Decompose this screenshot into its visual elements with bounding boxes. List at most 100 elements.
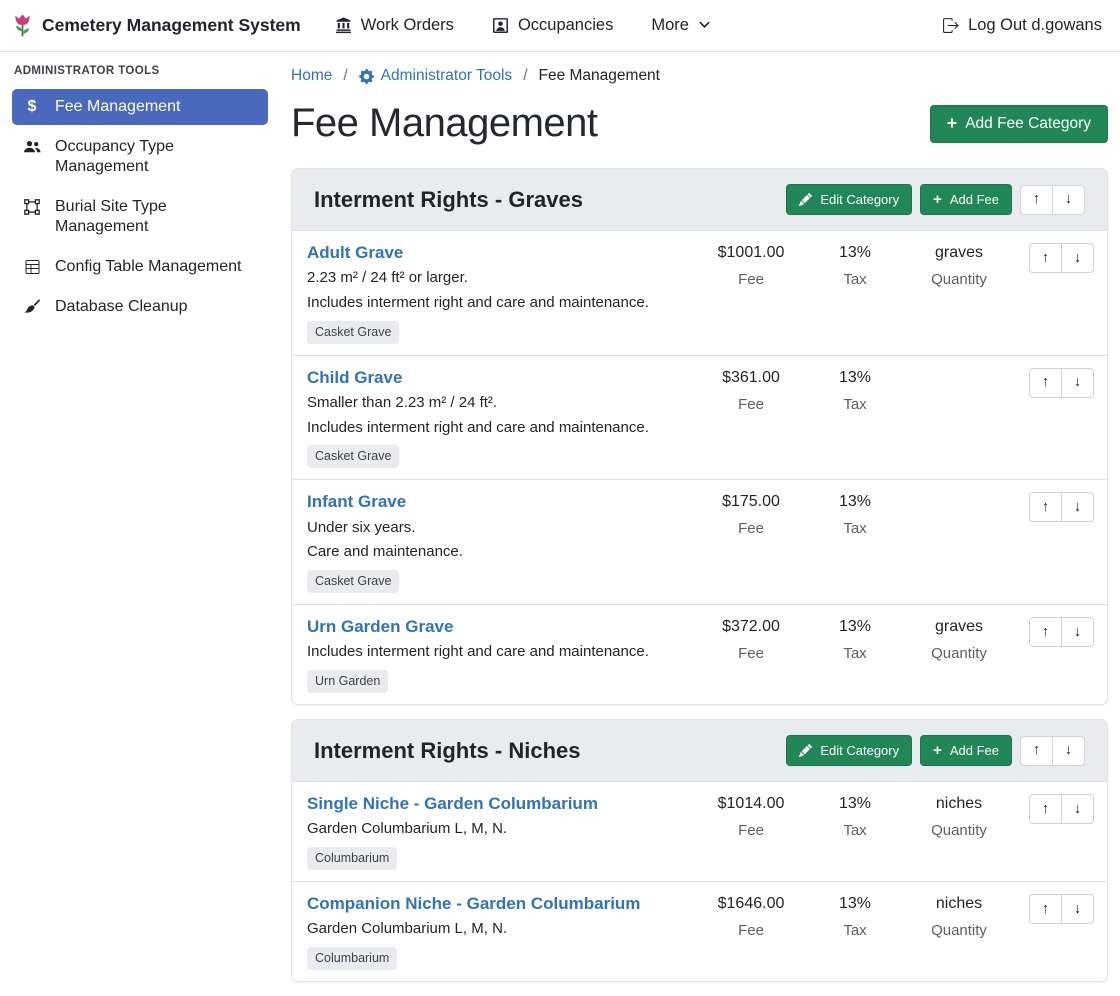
move-fee-up-button[interactable]: ↑ xyxy=(1029,617,1062,647)
fee-quantity: graves xyxy=(907,244,1011,262)
nav-item-occupancies[interactable]: Occupancies xyxy=(492,16,613,35)
move-category-down-button[interactable]: ↓ xyxy=(1052,185,1085,215)
move-fee-down-button[interactable]: ↓ xyxy=(1061,243,1094,273)
fee-amount: $175.00 xyxy=(699,493,803,511)
sidebar-item-label: Config Table Management xyxy=(55,257,242,277)
fee-tax-label: Tax xyxy=(803,396,907,413)
plus-icon: + xyxy=(933,744,942,757)
fee-main: Infant Grave Under six years.Care and ma… xyxy=(307,491,699,593)
nav-item-work-orders[interactable]: Work Orders xyxy=(335,16,454,35)
breadcrumb-separator: / xyxy=(343,67,347,85)
move-category-up-button[interactable]: ↑ xyxy=(1020,736,1053,766)
move-fee-up-button[interactable]: ↑ xyxy=(1029,794,1062,824)
sidebar-item-label: Occupancy Type Management xyxy=(55,137,258,177)
fee-amount-label: Fee xyxy=(699,922,803,939)
logout-link[interactable]: Log Out d.gowans xyxy=(942,16,1102,35)
fee-quantity-label: Quantity xyxy=(907,922,1011,939)
fee-description: Garden Columbarium L, M, N. xyxy=(307,920,699,939)
fee-main: Child Grave Smaller than 2.23 m² / 24 ft… xyxy=(307,367,699,469)
gear-icon xyxy=(359,69,374,84)
move-fee-down-button[interactable]: ↓ xyxy=(1061,894,1094,924)
fee-quantity: niches xyxy=(907,895,1011,913)
move-fee-up-button[interactable]: ↑ xyxy=(1029,492,1062,522)
fee-main: Single Niche - Garden Columbarium Garden… xyxy=(307,793,699,870)
app-title: Cemetery Management System xyxy=(42,15,301,36)
fee-name-link[interactable]: Urn Garden Grave xyxy=(307,616,453,638)
app-brand[interactable]: Cemetery Management System xyxy=(12,13,301,38)
fee-type-badge: Columbarium xyxy=(307,847,397,870)
nav-item-label: Work Orders xyxy=(361,16,454,35)
sidebar-item-config-table-management[interactable]: Config Table Management xyxy=(12,249,268,285)
edit-category-button[interactable]: Edit Category xyxy=(786,184,912,215)
fee-quantity-col xyxy=(907,491,1011,493)
move-fee-down-button[interactable]: ↓ xyxy=(1061,368,1094,398)
edit-category-button[interactable]: Edit Category xyxy=(786,735,912,766)
fee-name-link[interactable]: Companion Niche - Garden Columbarium xyxy=(307,893,640,915)
fee-row-single-niche-garden-columbarium: Single Niche - Garden Columbarium Garden… xyxy=(292,781,1107,881)
category-card-interment-rights-graves: Interment Rights - Graves Edit Category … xyxy=(291,168,1108,705)
add-fee-label: Add Fee xyxy=(950,743,999,758)
add-fee-button[interactable]: +Add Fee xyxy=(920,184,1012,215)
fee-tax: 13% xyxy=(803,895,907,913)
sidebar-item-database-cleanup[interactable]: Database Cleanup xyxy=(12,289,268,325)
fee-row-companion-niche-garden-columbarium: Companion Niche - Garden Columbarium Gar… xyxy=(292,881,1107,981)
fee-description: 2.23 m² / 24 ft² or larger. xyxy=(307,269,699,288)
sidebar-item-burial-site-type-management[interactable]: Burial Site Type Management xyxy=(12,189,268,245)
add-fee-category-button[interactable]: + Add Fee Category xyxy=(930,105,1108,143)
fee-row-adult-grave: Adult Grave 2.23 m² / 24 ft² or larger.I… xyxy=(292,230,1107,355)
plus-icon: + xyxy=(947,115,957,131)
fee-tax-label: Tax xyxy=(803,645,907,662)
pencil-icon xyxy=(799,193,812,206)
fee-quantity-col xyxy=(907,367,1011,369)
sidebar-item-occupancy-type-management[interactable]: Occupancy Type Management xyxy=(12,129,268,185)
add-fee-button[interactable]: + Add Fee xyxy=(920,735,1012,766)
breadcrumb-link-administrator-tools[interactable]: Administrator Tools xyxy=(359,67,513,85)
fee-name-link[interactable]: Infant Grave xyxy=(307,491,406,513)
fee-amount-label: Fee xyxy=(699,396,803,413)
fee-tax-col: 13% Tax xyxy=(803,367,907,413)
fee-row-urn-garden-grave: Urn Garden Grave Includes interment righ… xyxy=(292,604,1107,704)
fee-tax: 13% xyxy=(803,369,907,387)
move-fee-down-button[interactable]: ↓ xyxy=(1061,492,1094,522)
breadcrumb-link-home[interactable]: Home xyxy=(291,67,332,85)
move-fee-down-button[interactable]: ↓ xyxy=(1061,794,1094,824)
move-category-down-button[interactable]: ↓ xyxy=(1052,736,1085,766)
fee-amount-col: $1646.00 Fee xyxy=(699,893,803,939)
fee-description: Under six years. xyxy=(307,519,699,538)
logout-label: Log Out d.gowans xyxy=(968,16,1102,35)
fee-name-link[interactable]: Single Niche - Garden Columbarium xyxy=(307,793,598,815)
move-fee-down-button[interactable]: ↓ xyxy=(1061,617,1094,647)
category-actions: Edit Category + Add Fee ↑ ↓ xyxy=(786,735,1085,766)
fee-quantity: graves xyxy=(907,618,1011,636)
people-icon xyxy=(22,139,42,155)
pencil-icon xyxy=(799,744,812,757)
fee-reorder: ↑ ↓ xyxy=(1011,616,1094,647)
fee-amount-label: Fee xyxy=(699,271,803,288)
fee-amount: $372.00 xyxy=(699,618,803,636)
fee-name-link[interactable]: Child Grave xyxy=(307,367,402,389)
sidebar-item-label: Database Cleanup xyxy=(55,297,188,317)
fee-categories: Interment Rights - Graves Edit Category … xyxy=(291,168,1108,982)
fee-description: Includes interment right and care and ma… xyxy=(307,419,699,438)
fee-tax-label: Tax xyxy=(803,271,907,288)
fee-reorder: ↑ ↓ xyxy=(1011,893,1094,924)
fee-main: Companion Niche - Garden Columbarium Gar… xyxy=(307,893,699,970)
fee-row-infant-grave: Infant Grave Under six years.Care and ma… xyxy=(292,479,1107,604)
sidebar-item-fee-management[interactable]: $Fee Management xyxy=(12,89,268,125)
add-fee-category-label: Add Fee Category xyxy=(965,115,1091,133)
fee-reorder: ↑ ↓ xyxy=(1011,242,1094,273)
move-category-up-button[interactable]: ↑ xyxy=(1020,185,1053,215)
move-fee-up-button[interactable]: ↑ xyxy=(1029,243,1062,273)
nav-item-more[interactable]: More xyxy=(651,16,711,35)
fee-name-link[interactable]: Adult Grave xyxy=(307,242,403,264)
fee-tax-col: 13% Tax xyxy=(803,893,907,939)
fee-reorder: ↑ ↓ xyxy=(1011,793,1094,824)
move-fee-up-button[interactable]: ↑ xyxy=(1029,894,1062,924)
tulip-logo-icon xyxy=(12,13,33,38)
fee-description: Smaller than 2.23 m² / 24 ft². xyxy=(307,394,699,413)
fee-tax: 13% xyxy=(803,493,907,511)
fee-type-badge: Urn Garden xyxy=(307,670,388,693)
fee-tax-col: 13% Tax xyxy=(803,242,907,288)
fee-quantity-label: Quantity xyxy=(907,645,1011,662)
move-fee-up-button[interactable]: ↑ xyxy=(1029,368,1062,398)
